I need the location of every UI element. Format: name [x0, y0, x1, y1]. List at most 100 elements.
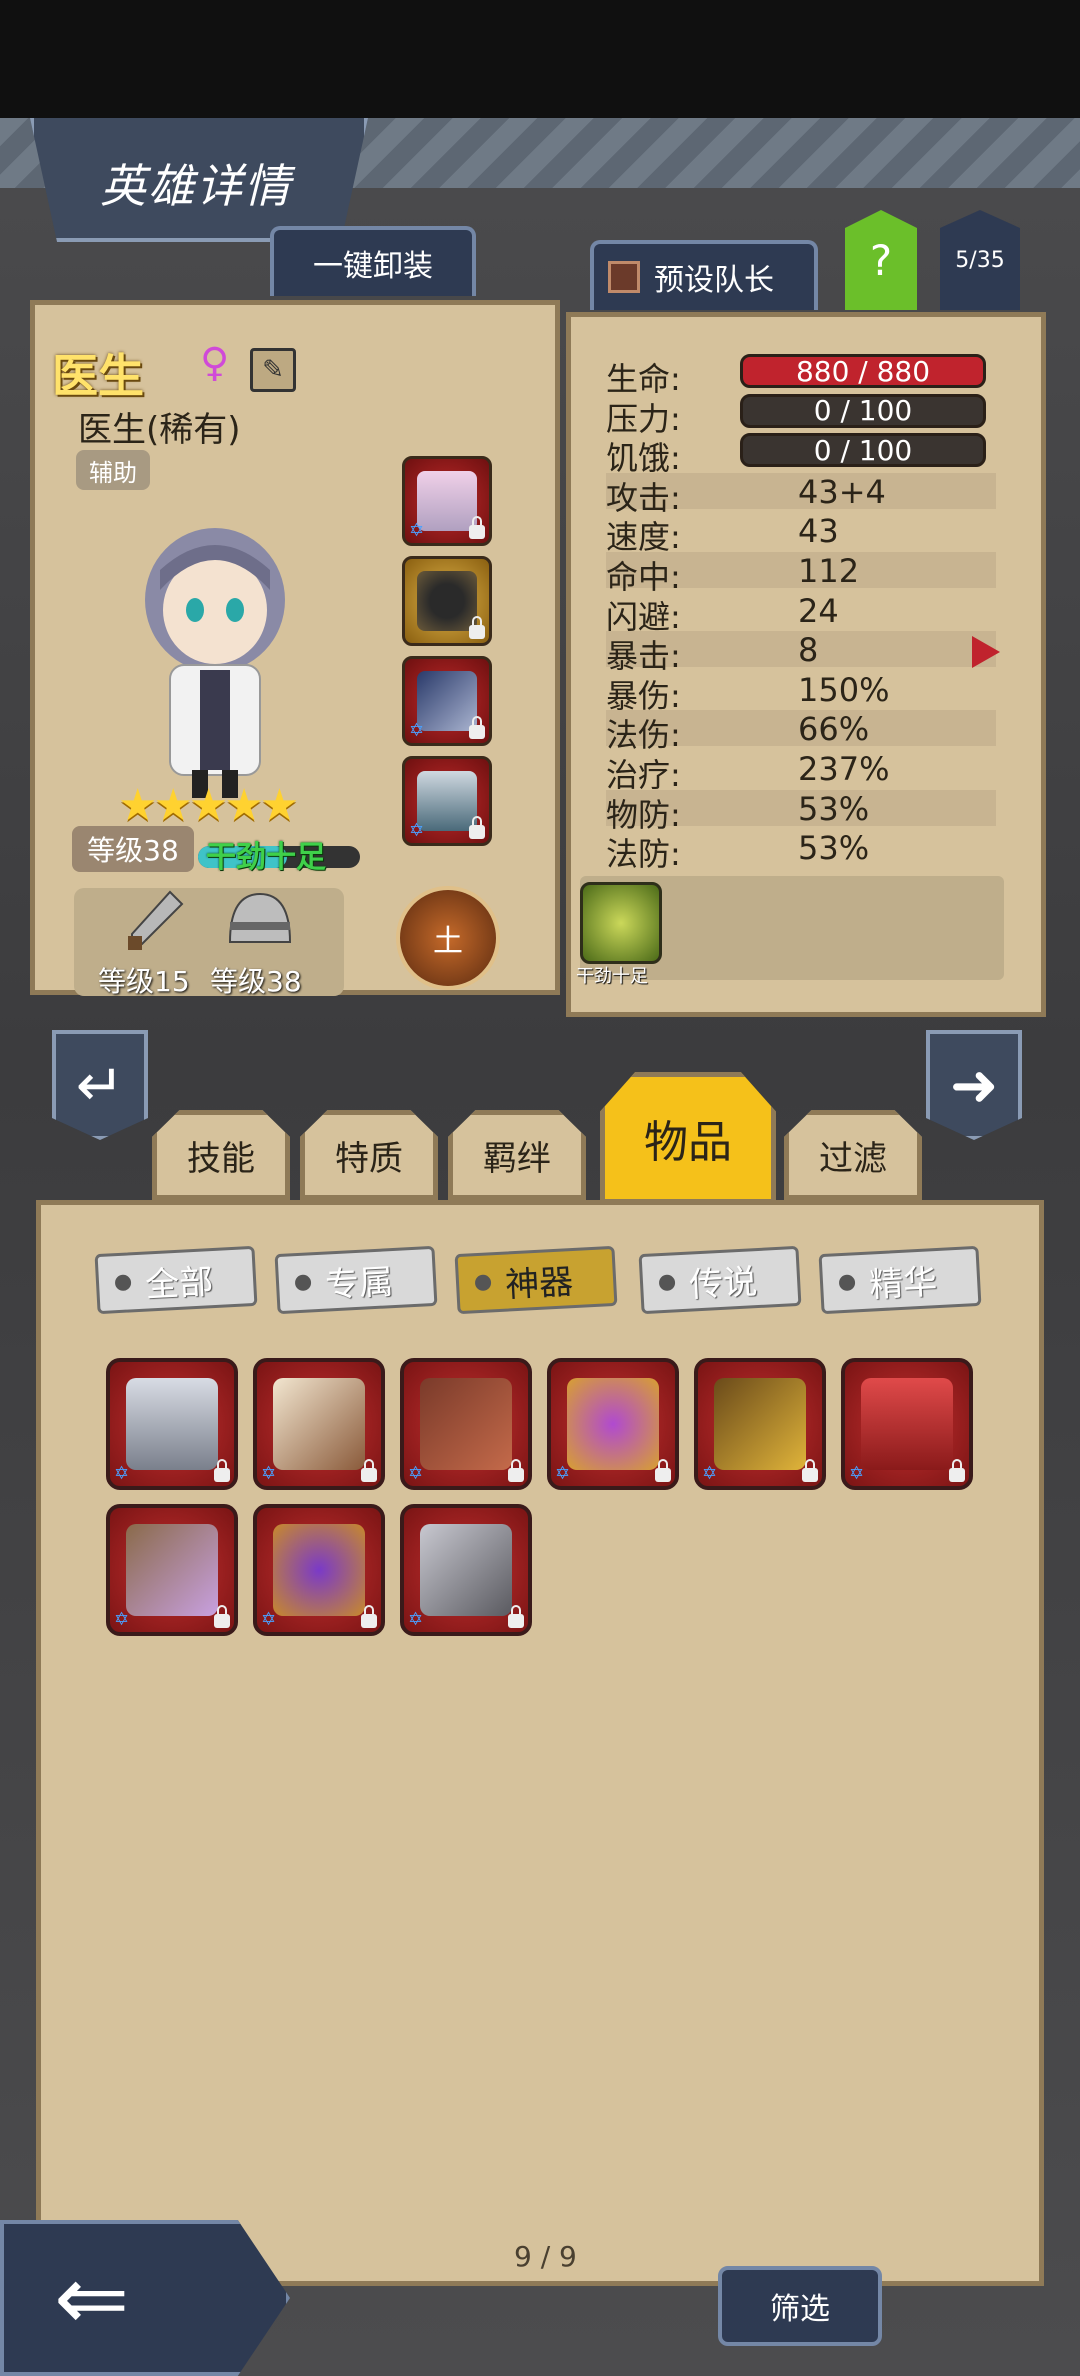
- sword-icon[interactable]: [120, 886, 190, 956]
- preset-leader-toggle[interactable]: 预设队长: [590, 240, 818, 310]
- stat-row: 闪避: 24: [606, 591, 996, 636]
- earth-element-icon[interactable]: 土: [396, 886, 500, 990]
- filter-essence[interactable]: 精华: [818, 1245, 982, 1315]
- lock-icon: [508, 1605, 524, 1628]
- goggles-icon: [126, 1524, 218, 1616]
- lock-icon: [949, 1459, 965, 1482]
- stat-row: 命中: 112: [606, 552, 996, 596]
- radio-icon: [838, 1274, 856, 1292]
- lock-icon: [802, 1459, 818, 1482]
- roster-count: 5/35: [940, 210, 1020, 310]
- lock-icon: [469, 716, 485, 739]
- stat-label: 法防:: [606, 835, 681, 874]
- stat-value: 150%: [798, 670, 890, 709]
- stat-row: 暴伤: 150%: [606, 670, 996, 715]
- item-slot[interactable]: ✡: [841, 1358, 973, 1490]
- stat-value: 66%: [798, 710, 870, 749]
- stat-row: 治疗: 237%: [606, 750, 996, 794]
- weapon-level: 等级15: [98, 965, 190, 998]
- arrow-right-icon: ➜: [949, 1051, 999, 1119]
- hero-stars: ★★★★★: [118, 780, 299, 831]
- lock-icon: [214, 1459, 230, 1482]
- previous-hero-button[interactable]: ↵: [52, 1030, 148, 1140]
- tab-filter[interactable]: 过滤: [784, 1110, 922, 1200]
- stat-value: 8: [798, 631, 819, 670]
- equip-slot-crown[interactable]: ✡: [402, 756, 492, 846]
- item-slot[interactable]: ✡: [106, 1504, 238, 1636]
- stat-value: 53%: [798, 789, 870, 828]
- sword-shield-icon: [126, 1378, 218, 1470]
- page-indicator: 9 / 9: [514, 2240, 577, 2273]
- helmet-icon[interactable]: [222, 886, 298, 956]
- filter-all[interactable]: 全部: [94, 1245, 258, 1315]
- lock-icon: [361, 1459, 377, 1482]
- trait-icon[interactable]: [580, 882, 662, 964]
- tab-skills[interactable]: 技能: [152, 1110, 290, 1200]
- stat-value: 53%: [798, 829, 870, 868]
- item-slot[interactable]: ✡: [547, 1358, 679, 1490]
- item-slot[interactable]: ✡: [253, 1358, 385, 1490]
- filter-legendary[interactable]: 传说: [638, 1245, 802, 1315]
- filter-label: 全部: [144, 1261, 215, 1306]
- stat-row: 法防: 53%: [606, 829, 996, 873]
- tab-traits[interactable]: 特质: [300, 1110, 438, 1200]
- checkbox-icon[interactable]: [608, 261, 640, 293]
- equip-slot-medkit[interactable]: ✡: [402, 456, 492, 546]
- mood-label: 干劲十足: [206, 840, 326, 875]
- red-belt-icon: [861, 1378, 953, 1470]
- radio-icon: [294, 1274, 312, 1292]
- pencil-icon: ✎: [262, 355, 284, 385]
- unequip-all-button[interactable]: 一键卸装: [270, 226, 476, 296]
- armor-level: 等级38: [210, 965, 302, 998]
- filter-label: 传说: [688, 1261, 759, 1306]
- stat-bar: 0 / 100: [740, 393, 986, 428]
- back-arrow-icon: ⇐: [54, 2245, 130, 2351]
- item-slot[interactable]: ✡: [694, 1358, 826, 1490]
- equip-slot-gauntlet[interactable]: ✡: [402, 656, 492, 746]
- lock-icon: [361, 1605, 377, 1628]
- sort-button[interactable]: 筛选: [718, 2266, 882, 2346]
- crown-icon: [417, 771, 477, 831]
- radio-icon: [474, 1274, 492, 1292]
- equip-slot-hood[interactable]: [402, 556, 492, 646]
- item-slot[interactable]: ✡: [400, 1504, 532, 1636]
- filter-label: 专属: [324, 1261, 395, 1306]
- female-icon: ♀: [200, 340, 230, 386]
- hood-icon: [417, 571, 477, 631]
- star-badge-icon: ✡: [408, 1463, 424, 1484]
- stat-row: 速度: 43: [606, 512, 996, 556]
- lock-icon: [508, 1459, 524, 1482]
- hero-portrait: [145, 528, 285, 798]
- crossbow-icon: [420, 1378, 512, 1470]
- stat-value: 237%: [798, 750, 890, 788]
- stat-value: 24: [798, 591, 839, 630]
- star-badge-icon: ✡: [555, 1463, 571, 1484]
- back-button[interactable]: ⇐: [0, 2220, 290, 2376]
- stat-row: 物防: 53%: [606, 789, 996, 834]
- radio-icon: [658, 1274, 676, 1292]
- preset-leader-label: 预设队长: [654, 263, 774, 298]
- tab-bonds[interactable]: 羁绊: [448, 1110, 586, 1200]
- edit-name-button[interactable]: ✎: [250, 348, 296, 392]
- lock-icon: [214, 1605, 230, 1628]
- stats-expand-arrow-icon[interactable]: [972, 636, 1000, 668]
- gold-ring-icon: [273, 1524, 365, 1616]
- item-slot[interactable]: ✡: [106, 1358, 238, 1490]
- item-slot[interactable]: ✡: [253, 1504, 385, 1636]
- filter-exclusive[interactable]: 专属: [274, 1245, 438, 1315]
- hero-class: 医生(稀有): [78, 410, 241, 450]
- lock-icon: [469, 816, 485, 839]
- help-button[interactable]: ?: [845, 210, 917, 310]
- stat-bar: 880 / 880: [740, 354, 986, 388]
- curved-blade-icon: [420, 1524, 512, 1616]
- gold-gauntlet-icon: [714, 1378, 806, 1470]
- star-badge-icon: ✡: [261, 1463, 277, 1484]
- star-badge-icon: ✡: [409, 820, 425, 841]
- filter-artifact[interactable]: 神器: [454, 1245, 618, 1315]
- star-badge-icon: ✡: [409, 720, 425, 741]
- stat-value: 43: [798, 512, 839, 551]
- item-slot[interactable]: ✡: [400, 1358, 532, 1490]
- next-hero-button[interactable]: ➜: [926, 1030, 1022, 1140]
- lock-icon: [469, 516, 485, 539]
- tab-items[interactable]: 物品: [600, 1072, 776, 1204]
